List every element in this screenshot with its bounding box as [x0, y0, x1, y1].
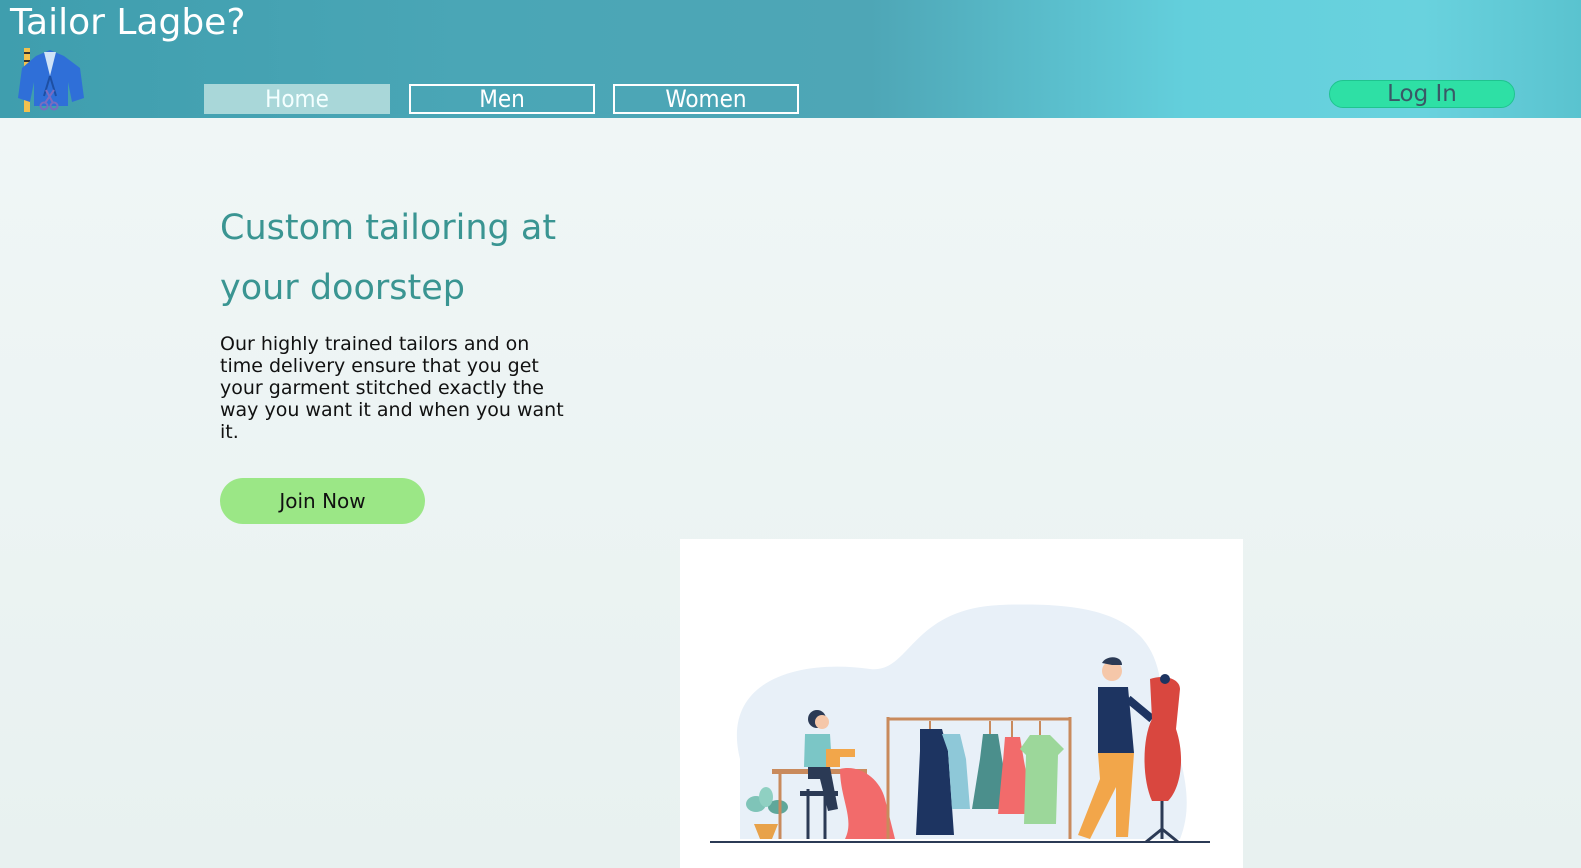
nav-men-button[interactable]: Men: [409, 84, 595, 114]
nav-home-button[interactable]: Home: [204, 84, 390, 114]
hero-description: Our highly trained tailors and on time d…: [220, 333, 564, 443]
hero-title: Custom tailoring at your doorstep: [220, 208, 557, 308]
tailor-shop-illustration: [680, 539, 1243, 868]
brand-title[interactable]: Tailor Lagbe?: [10, 2, 245, 43]
nav-women-button[interactable]: Women: [613, 84, 799, 114]
tailor-jacket-icon[interactable]: [14, 46, 86, 114]
join-now-button[interactable]: Join Now: [220, 478, 425, 524]
login-button[interactable]: Log In: [1329, 80, 1515, 108]
site-header: Tailor Lagbe? Home Men Women Log In: [0, 0, 1581, 118]
